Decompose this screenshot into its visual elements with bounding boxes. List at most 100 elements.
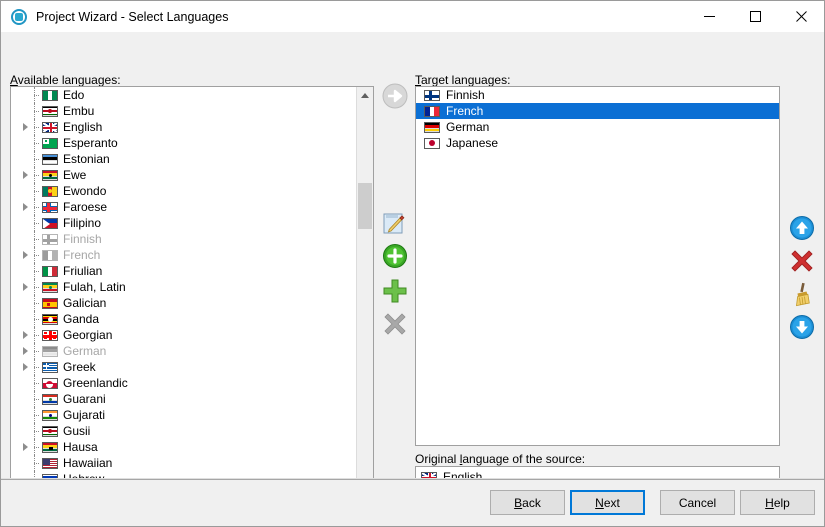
tree-connector	[31, 215, 40, 231]
list-item[interactable]: Hawaiian	[11, 455, 355, 471]
tree-connector	[31, 455, 40, 471]
list-item[interactable]: Gusii	[11, 423, 355, 439]
list-item[interactable]: Edo	[11, 87, 355, 103]
available-list-scrollbar[interactable]	[356, 87, 373, 509]
project-wizard-dialog: Project Wizard - Select Languages Availa…	[0, 0, 825, 527]
list-item[interactable]: Hausa	[11, 439, 355, 455]
delete-target-button[interactable]	[787, 247, 817, 277]
language-flag-icon	[424, 89, 440, 101]
list-item[interactable]: Guarani	[11, 391, 355, 407]
list-item[interactable]: Georgian	[11, 327, 355, 343]
list-item-label: Gusii	[63, 424, 91, 438]
target-list-item[interactable]: Finnish	[416, 87, 779, 103]
footer-separator	[1, 479, 824, 480]
list-item[interactable]: Filipino	[11, 215, 355, 231]
list-item[interactable]: Gujarati	[11, 407, 355, 423]
scroll-up-icon[interactable]	[357, 87, 373, 104]
available-languages-list[interactable]: Edo Embu English Esperanto Estonian Ewe Ewond…	[10, 86, 374, 510]
list-item-label: Ewondo	[63, 184, 107, 198]
window-controls	[686, 1, 824, 32]
chevron-right-icon[interactable]	[19, 203, 31, 211]
maximize-icon[interactable]	[732, 1, 778, 32]
language-flag-icon	[42, 393, 58, 405]
list-item[interactable]: English	[11, 119, 355, 135]
language-flag-icon	[42, 169, 58, 181]
language-flag-icon	[424, 121, 440, 133]
tree-connector	[31, 359, 40, 375]
list-item[interactable]: Esperanto	[11, 135, 355, 151]
list-item[interactable]: French	[11, 247, 355, 263]
new-language-button[interactable]	[380, 277, 410, 307]
list-item[interactable]: Ewondo	[11, 183, 355, 199]
target-list-item[interactable]: German	[416, 119, 779, 135]
list-item[interactable]: Greenlandic	[11, 375, 355, 391]
list-item[interactable]: German	[11, 343, 355, 359]
list-item[interactable]: Greek	[11, 359, 355, 375]
minimize-icon[interactable]	[686, 1, 732, 32]
tree-connector	[31, 263, 40, 279]
list-item[interactable]: Embu	[11, 103, 355, 119]
list-item-label: Faroese	[63, 200, 108, 214]
tree-connector	[31, 311, 40, 327]
scrollbar-thumb[interactable]	[358, 183, 372, 229]
language-flag-icon	[424, 137, 440, 149]
chevron-right-icon[interactable]	[19, 347, 31, 355]
language-flag-icon	[42, 217, 58, 229]
chevron-right-icon[interactable]	[19, 171, 31, 179]
move-up-button[interactable]	[787, 214, 817, 244]
dialog-body: Available languages: Edo Embu English Espe…	[1, 32, 824, 510]
list-item[interactable]: Faroese	[11, 199, 355, 215]
list-item[interactable]: Fulah, Latin	[11, 279, 355, 295]
help-button[interactable]: Help	[740, 490, 815, 515]
list-item[interactable]: Estonian	[11, 151, 355, 167]
target-list-item-label: French	[446, 104, 484, 118]
chevron-right-icon[interactable]	[19, 123, 31, 131]
list-item-label: Guarani	[63, 392, 106, 406]
target-list-item[interactable]: Japanese	[416, 135, 779, 151]
chevron-right-icon[interactable]	[19, 251, 31, 259]
tree-connector	[31, 439, 40, 455]
list-item[interactable]: Galician	[11, 295, 355, 311]
language-flag-icon	[42, 137, 58, 149]
chevron-right-icon[interactable]	[19, 331, 31, 339]
list-item-label: Edo	[63, 88, 85, 102]
tree-connector	[31, 87, 40, 103]
title-bar: Project Wizard - Select Languages	[1, 1, 824, 32]
tree-connector	[31, 135, 40, 151]
add-circle-icon	[382, 243, 408, 272]
tree-connector	[31, 151, 40, 167]
project-wizard-icon	[11, 8, 27, 25]
close-icon[interactable]	[778, 1, 824, 32]
language-flag-icon	[42, 313, 58, 325]
chevron-right-icon[interactable]	[19, 363, 31, 371]
list-item[interactable]: Ewe	[11, 167, 355, 183]
tree-connector	[31, 247, 40, 263]
chevron-right-icon[interactable]	[19, 443, 31, 451]
target-list-item[interactable]: French	[416, 103, 779, 119]
clear-list-button[interactable]	[787, 280, 817, 310]
target-languages-list[interactable]: Finnish French German Japanese	[415, 86, 780, 446]
arrow-right-icon	[382, 83, 408, 112]
list-item-label: English	[63, 120, 103, 134]
list-item[interactable]: Friulian	[11, 263, 355, 279]
tree-connector	[31, 423, 40, 439]
language-flag-icon	[42, 329, 58, 341]
edit-language-button[interactable]	[380, 210, 410, 240]
back-button[interactable]: Back	[490, 490, 565, 515]
language-flag-icon	[42, 201, 58, 213]
add-language-button[interactable]	[380, 242, 410, 272]
tree-connector	[31, 391, 40, 407]
target-languages-label: Target languages:	[415, 73, 511, 87]
language-flag-icon	[42, 105, 58, 117]
cancel-button[interactable]: Cancel	[660, 490, 735, 515]
list-item[interactable]: Ganda	[11, 311, 355, 327]
remove-x-icon	[382, 311, 408, 340]
move-down-button[interactable]	[787, 313, 817, 343]
target-list-item-label: Finnish	[446, 88, 485, 102]
language-flag-icon	[42, 153, 58, 165]
list-item-label: Georgian	[63, 328, 113, 342]
next-button[interactable]: Next	[570, 490, 645, 515]
chevron-right-icon[interactable]	[19, 283, 31, 291]
list-item-label: Greek	[63, 360, 96, 374]
list-item[interactable]: Finnish	[11, 231, 355, 247]
